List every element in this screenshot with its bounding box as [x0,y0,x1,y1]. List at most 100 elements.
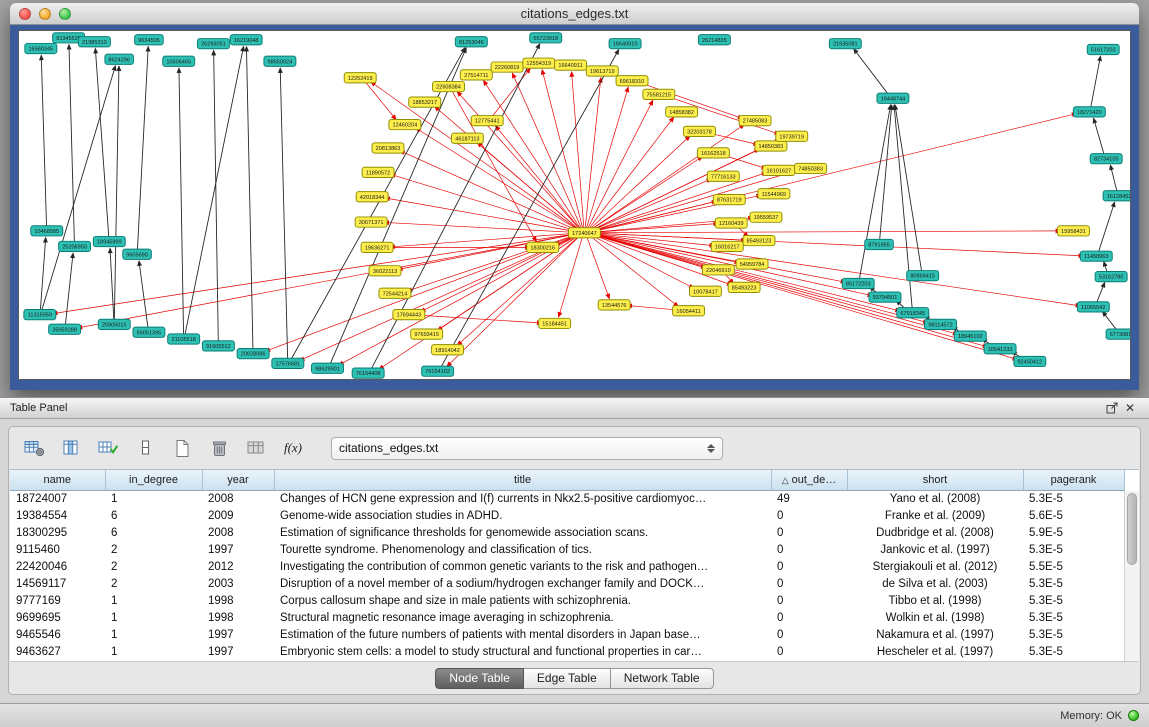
network-node[interactable]: 8624296 [105,54,134,64]
tab-edge-table[interactable]: Edge Table [524,668,611,689]
network-node[interactable]: 17694443 [393,310,425,320]
network-node[interactable]: 16640911 [555,60,587,70]
network-node[interactable]: 10078417 [689,286,721,296]
show-columns-icon[interactable] [56,434,86,462]
network-node[interactable]: 10541233 [984,344,1016,354]
network-node[interactable]: 36022113 [369,266,401,276]
network-node[interactable]: 72544214 [379,288,411,298]
network-node[interactable]: 11890572 [362,167,394,177]
network-node[interactable]: 18914042 [432,345,464,355]
new-document-icon[interactable] [167,434,197,462]
network-node[interactable]: 98650024 [264,56,296,66]
network-node[interactable]: 14850383 [755,141,787,151]
window-titlebar[interactable]: citations_edges.txt [10,3,1139,25]
network-node[interactable]: 67730814 [1106,329,1130,339]
network-node[interactable]: 11315959 [24,310,56,320]
network-node[interactable]: 54959784 [736,259,768,269]
network-node[interactable]: 74850383 [795,163,827,173]
column-header-short[interactable]: short [847,470,1023,490]
network-node[interactable]: 27485083 [739,116,771,126]
vertical-scrollbar[interactable] [1124,491,1139,661]
network-node[interactable]: 16101627 [763,165,795,175]
network-node[interactable]: 51617203 [1087,44,1119,54]
table-row[interactable]: 946362711997Embryonic stem cells: a mode… [10,643,1124,660]
network-node[interactable]: 22260819 [491,62,523,72]
network-node[interactable]: 77716133 [707,171,739,181]
network-node[interactable]: 11458963 [1080,251,1112,261]
network-node[interactable]: 20628086 [237,349,269,359]
network-node[interactable]: 16219048 [230,35,262,45]
network-node[interactable]: 22046910 [702,265,734,275]
network-node[interactable]: 9634505 [135,35,164,45]
network-node[interactable]: 32203178 [684,126,716,136]
network-node[interactable]: 18945102 [954,331,986,341]
table-row[interactable]: 2242004622012Investigating the contribut… [10,558,1124,575]
network-node[interactable]: 18271420 [1073,107,1105,117]
network-node[interactable]: 20813863 [372,143,404,153]
network-node[interactable]: 76154102 [422,366,454,376]
network-node[interactable]: 85493223 [728,282,760,292]
network-node[interactable]: 76154408 [352,368,384,378]
network-node[interactable]: 10506465 [163,56,195,66]
network-node[interactable]: 26214835 [698,35,730,45]
trash-icon[interactable] [204,434,234,462]
network-node[interactable]: 55723918 [530,33,562,43]
network-node[interactable]: 21105518 [168,334,200,344]
network-node[interactable]: 21985310 [78,37,110,47]
network-node[interactable]: 19739719 [776,131,808,141]
table-row[interactable]: 977716911998Corpus callosum shape and si… [10,592,1124,609]
network-canvas[interactable]: 1724064720813863118905724201834430671371… [18,30,1131,380]
column-header-out_degree[interactable]: △out_de… [771,470,847,490]
network-node[interactable]: 14858382 [666,107,698,117]
network-node[interactable]: 25206950 [59,241,91,251]
network-node[interactable]: 13544576 [598,300,630,310]
network-node[interactable]: 27514711 [460,70,492,80]
close-window-button[interactable] [19,8,31,20]
float-panel-icon[interactable] [1103,400,1121,416]
network-node[interactable]: 93794501 [869,292,901,302]
network-node[interactable]: 16016217 [711,241,743,251]
network-node[interactable]: 85493123 [743,235,775,245]
column-header-name[interactable]: name [10,470,105,490]
network-node[interactable]: 11065542 [1077,302,1109,312]
table-row[interactable]: 1938455462009Genome-wide association stu… [10,507,1124,524]
network-node[interactable]: 18300216 [527,242,559,252]
scrollbar-thumb[interactable] [1127,493,1137,565]
network-graph[interactable]: 1724064720813863118905724201834430671371… [19,31,1130,379]
network-node[interactable]: 35059288 [49,324,81,334]
table-check-icon[interactable] [93,434,123,462]
table-settings-icon[interactable] [19,434,49,462]
network-node[interactable]: 30671371 [355,217,387,227]
network-node[interactable]: 16128452 [1103,191,1130,201]
network-node[interactable]: 17576681 [272,358,304,368]
network-node[interactable]: 92450412 [1014,356,1046,366]
zoom-window-button[interactable] [59,8,71,20]
network-node[interactable]: 26293051 [197,39,229,49]
network-node[interactable]: 81253046 [455,37,487,47]
network-node[interactable]: 21935081 [829,39,861,49]
network-node[interactable]: 91605512 [202,341,234,351]
network-node[interactable]: 18945899 [93,236,125,246]
network-node[interactable]: 12775441 [471,116,503,126]
network-node[interactable]: 75581215 [643,89,675,99]
network-node[interactable]: 53162780 [1095,272,1127,282]
network-node[interactable]: 16560345 [25,43,57,53]
import-table-icon[interactable] [241,434,271,462]
table-row[interactable]: 946554611997Estimation of the future num… [10,626,1124,643]
network-node[interactable]: 80969415 [907,271,939,281]
network-node[interactable]: 16640910 [609,39,641,49]
table-row[interactable]: 1830029562008Estimation of significance … [10,524,1124,541]
network-node[interactable]: 46187113 [451,133,483,143]
network-node[interactable]: 42018344 [356,192,388,202]
close-panel-icon[interactable]: ✕ [1121,400,1139,416]
table-row[interactable]: 1872400712008Changes of HCN gene express… [10,490,1124,507]
network-node[interactable]: 98114572 [925,319,957,329]
network-node[interactable]: 12160439 [715,218,747,228]
network-node[interactable]: 59051395 [133,327,165,337]
network-node[interactable]: 12460204 [389,119,421,129]
tab-network-table[interactable]: Network Table [611,668,714,689]
network-node[interactable]: 16054411 [673,306,705,316]
network-node[interactable]: 15184451 [539,318,571,328]
network-node[interactable]: 25905015 [98,319,130,329]
network-node[interactable]: 8791955 [865,239,894,249]
